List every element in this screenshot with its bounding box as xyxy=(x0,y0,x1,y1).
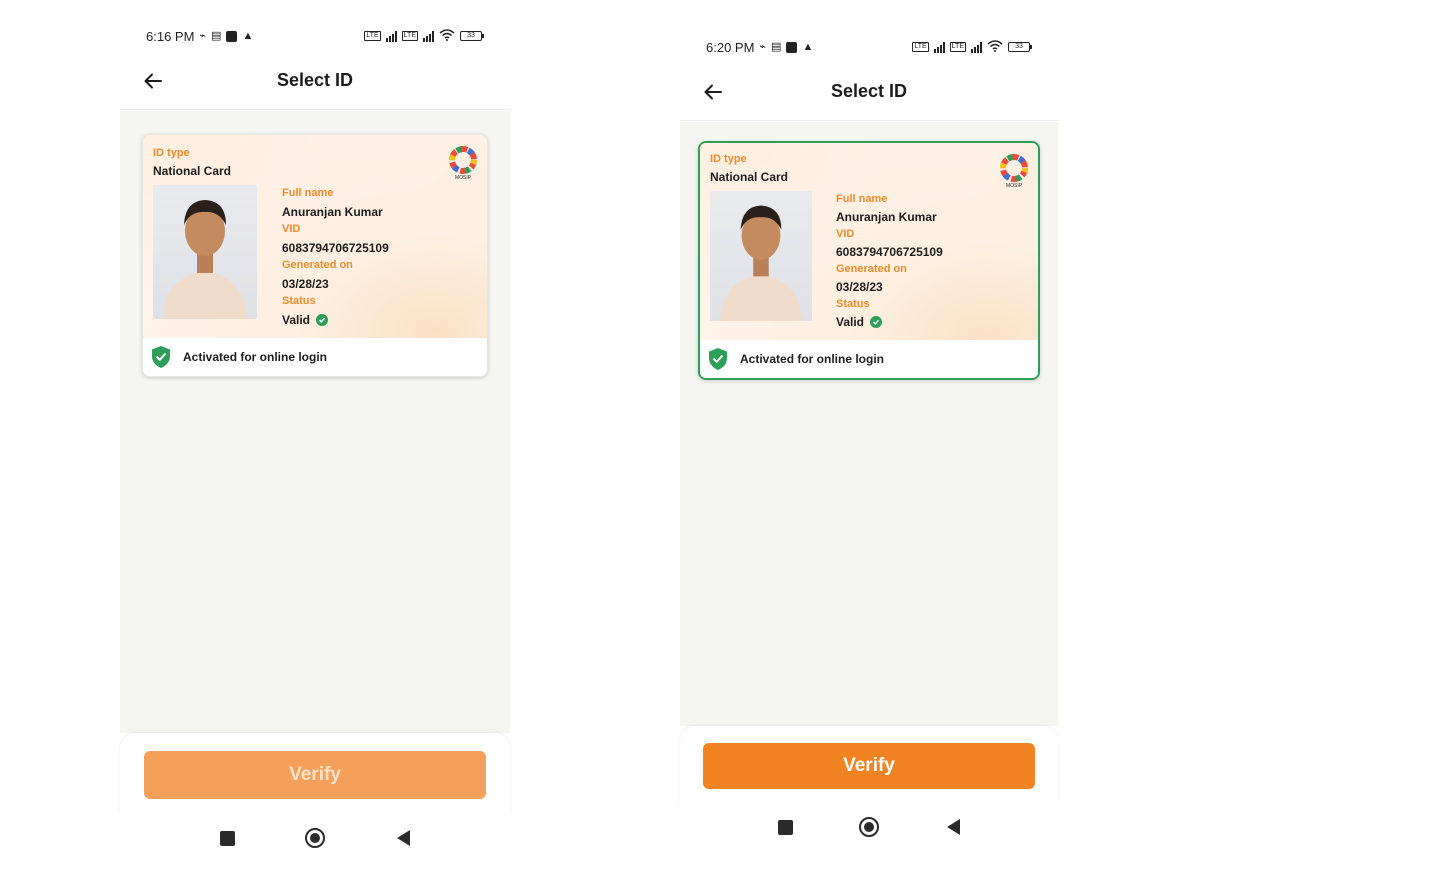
card-face: MOSIP ID type National Card Full name An… xyxy=(143,135,487,340)
status-label: Status xyxy=(836,298,870,310)
verify-button[interactable]: Verify xyxy=(144,751,486,799)
content-area: MOSIP ID type National Card Full name An… xyxy=(120,111,510,733)
mosip-logo-text: MOSIP xyxy=(455,175,472,181)
full-name-value: Anuranjan Kumar xyxy=(836,210,937,224)
recents-button[interactable] xyxy=(216,827,238,849)
mosip-logo-icon: MOSIP xyxy=(449,146,477,181)
system-nav-bar xyxy=(120,814,510,862)
generated-on-value: 03/28/23 xyxy=(836,280,883,294)
status-time: 6:20 PM xyxy=(706,39,755,55)
system-nav-bar xyxy=(680,803,1058,851)
recents-icon xyxy=(777,819,793,835)
page-title: Select ID xyxy=(830,81,908,101)
generated-on-label: Generated on xyxy=(282,259,353,271)
vid-value: 6083794706725109 xyxy=(282,241,389,255)
status-right: LTE LTE 33 xyxy=(364,28,484,44)
bottom-action-panel: Verify xyxy=(120,733,510,815)
volte-2-icon: LTE xyxy=(401,31,418,41)
activation-status-text: Activated for online login xyxy=(183,350,328,364)
app-notification-icon xyxy=(786,41,798,53)
back-triangle-icon xyxy=(946,819,960,835)
system-back-button[interactable] xyxy=(942,816,964,838)
verify-button[interactable]: Verify xyxy=(703,743,1035,789)
signal-4g-icon xyxy=(385,30,397,42)
card-footer: Activated for online login xyxy=(143,338,487,376)
id-type-label: ID type xyxy=(153,147,190,159)
status-left: 6:20 PM ⌁ ▤ ▲ xyxy=(706,40,813,55)
profile-photo xyxy=(710,191,812,321)
mosip-logo-text: MOSIP xyxy=(1006,183,1023,189)
home-button[interactable] xyxy=(304,827,326,849)
battery-icon: 33 xyxy=(460,31,484,41)
signal-icon xyxy=(971,41,982,53)
phone-screen-left: 6:16 PM ⌁ ▤ ▲ LTE LTE 33 Select ID MOSIP… xyxy=(120,18,510,880)
wifi-icon xyxy=(439,28,455,44)
app-notification-icon xyxy=(226,30,238,42)
vid-label: VID xyxy=(282,223,301,235)
person-photo-icon xyxy=(163,200,247,319)
status-left: 6:16 PM ⌁ ▤ ▲ xyxy=(146,29,253,44)
mute-alarm-icon: ⌁ xyxy=(199,30,207,42)
status-value-row: Valid xyxy=(282,313,329,327)
id-card-selected[interactable]: MOSIP ID type National Card Full name An… xyxy=(698,141,1040,380)
card-face: MOSIP ID type National Card Full name An… xyxy=(700,143,1038,348)
phone-screen-right: 6:20 PM ⌁ ▤ ▲ LTE LTE 33 Select ID MOSIP… xyxy=(680,29,1058,880)
bottom-action-panel: Verify xyxy=(680,726,1058,804)
status-value: Valid xyxy=(836,315,865,329)
person-photo-icon xyxy=(720,205,802,321)
wifi-icon xyxy=(987,39,1003,55)
back-triangle-icon xyxy=(396,830,410,846)
mute-alarm-icon: ⌁ xyxy=(759,41,767,53)
card-footer: Activated for online login xyxy=(700,340,1038,378)
signal-4g-icon xyxy=(933,41,945,53)
full-name-label: Full name xyxy=(836,193,888,205)
content-area: MOSIP ID type National Card Full name An… xyxy=(680,122,1058,726)
volte-icon: LTE xyxy=(912,42,929,52)
system-back-button[interactable] xyxy=(392,827,414,849)
profile-photo xyxy=(153,185,257,319)
status-value: Valid xyxy=(282,313,311,327)
volte-2-icon: LTE xyxy=(949,42,966,52)
generated-on-value: 03/28/23 xyxy=(282,277,329,291)
mosip-logo-icon: MOSIP xyxy=(1000,154,1028,189)
status-label: Status xyxy=(282,295,316,307)
status-value-row: Valid xyxy=(836,315,883,329)
signal-icon xyxy=(423,30,434,42)
status-bar: 6:16 PM ⌁ ▤ ▲ LTE LTE 33 xyxy=(146,26,484,46)
vid-value: 6083794706725109 xyxy=(836,245,943,259)
activation-status-text: Activated for online login xyxy=(740,352,885,366)
check-circle-icon xyxy=(316,314,329,326)
page-title: Select ID xyxy=(276,70,354,90)
warning-icon: ▲ xyxy=(802,41,814,53)
status-right: LTE LTE 33 xyxy=(912,39,1032,55)
full-name-label: Full name xyxy=(282,187,334,199)
id-type-value: National Card xyxy=(710,170,789,184)
generated-on-label: Generated on xyxy=(836,263,907,275)
id-type-label: ID type xyxy=(710,153,747,165)
volte-icon: LTE xyxy=(364,31,381,41)
shield-check-icon xyxy=(152,346,170,368)
check-circle-icon xyxy=(870,316,883,328)
battery-icon: 33 xyxy=(1008,42,1032,52)
recents-button[interactable] xyxy=(774,816,796,838)
app-bar: Select ID xyxy=(120,54,510,110)
home-icon xyxy=(305,828,325,848)
message-icon: ▤ xyxy=(771,41,782,53)
message-icon: ▤ xyxy=(211,30,222,42)
status-time: 6:16 PM xyxy=(146,28,195,44)
id-type-value: National Card xyxy=(153,164,232,178)
app-bar: Select ID xyxy=(680,65,1058,121)
status-bar: 6:20 PM ⌁ ▤ ▲ LTE LTE 33 xyxy=(706,37,1032,57)
home-icon xyxy=(859,817,879,837)
id-card[interactable]: MOSIP ID type National Card Full name An… xyxy=(142,134,488,377)
recents-icon xyxy=(219,830,235,846)
vid-label: VID xyxy=(836,228,855,240)
full-name-value: Anuranjan Kumar xyxy=(282,205,383,219)
shield-check-icon xyxy=(709,348,727,370)
home-button[interactable] xyxy=(858,816,880,838)
warning-icon: ▲ xyxy=(242,30,254,42)
